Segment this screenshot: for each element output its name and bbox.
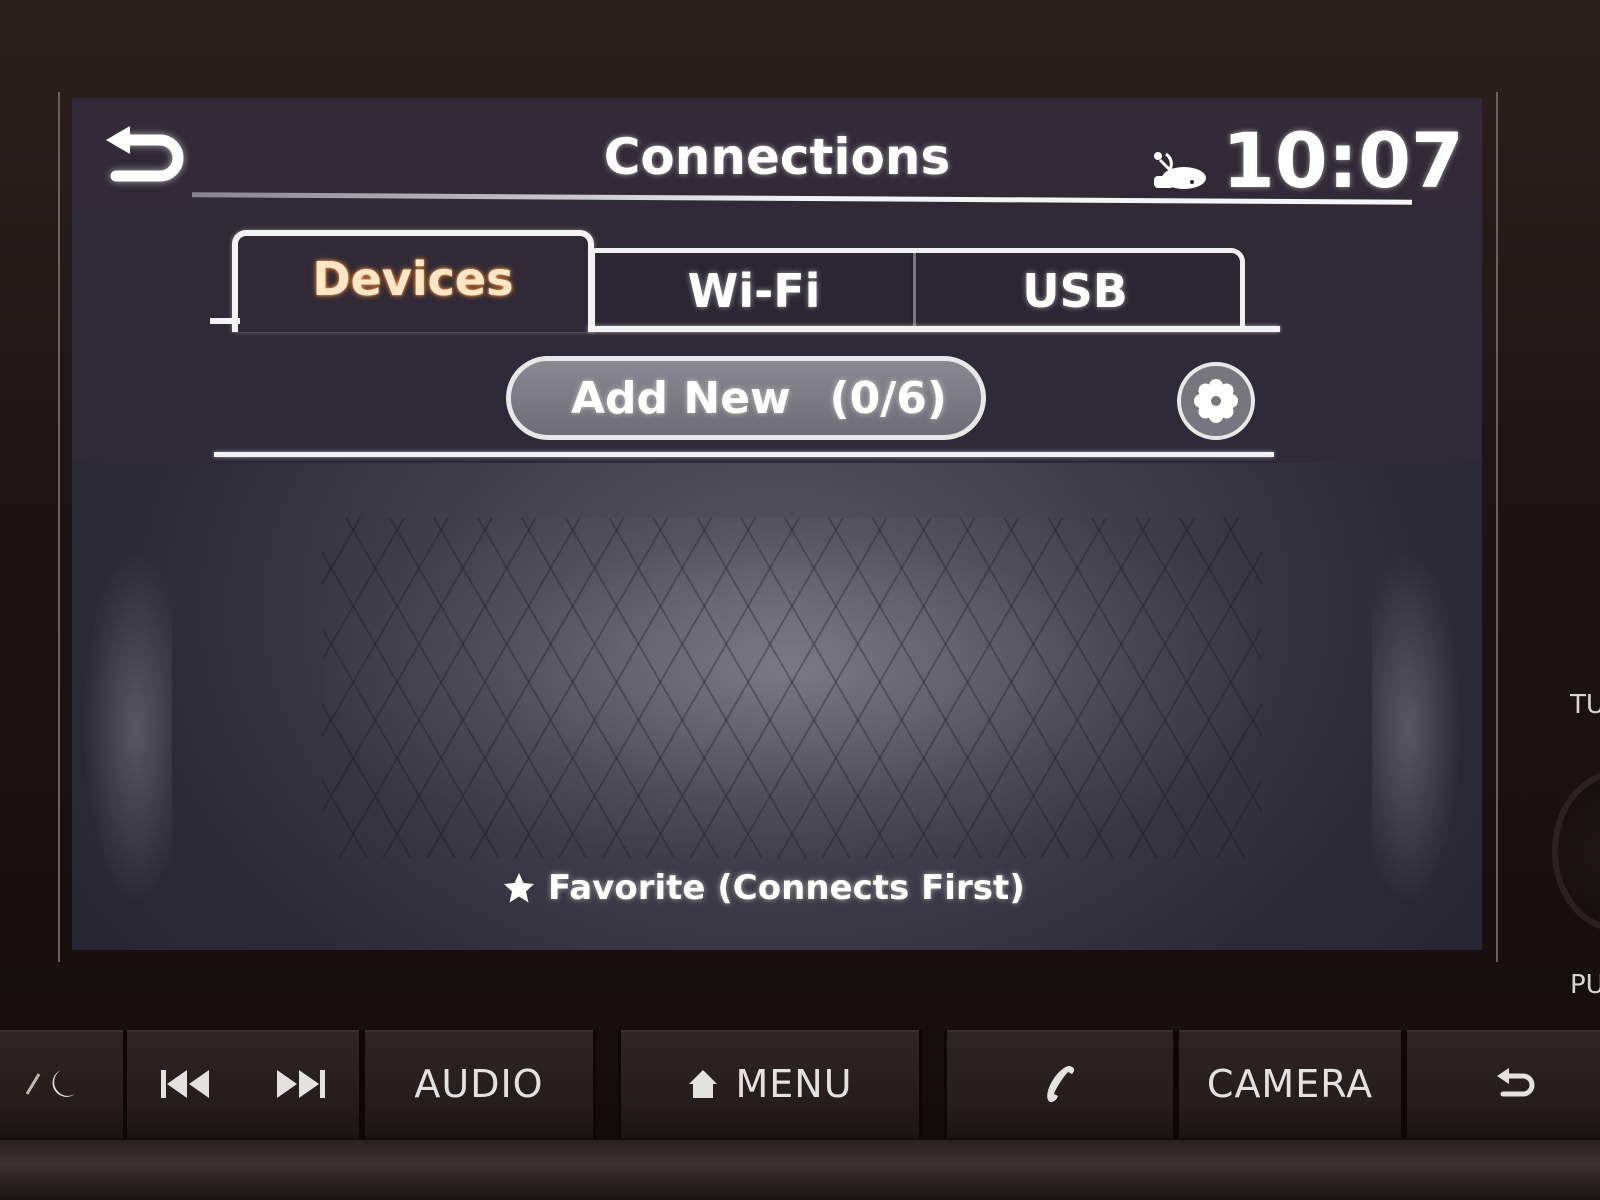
tab-usb-label: USB	[1022, 264, 1128, 318]
dashboard-trim	[0, 1140, 1600, 1200]
hardware-back-button[interactable]	[1404, 1030, 1600, 1138]
gear-icon	[1194, 379, 1238, 423]
tab-bar: Devices Wi-Fi USB	[210, 230, 1280, 340]
seek-buttons[interactable]	[124, 1030, 362, 1138]
tab-baseline	[588, 326, 1280, 332]
tab-wifi[interactable]: Wi-Fi	[590, 248, 916, 329]
tab-wifi-label: Wi-Fi	[687, 264, 821, 318]
knob-label-bottom: PU	[1570, 970, 1600, 1000]
add-new-device-button[interactable]: Add New (0/6)	[506, 356, 986, 440]
camera-button[interactable]: CAMERA	[1176, 1030, 1404, 1138]
home-icon	[689, 1070, 718, 1098]
clock: 10:07	[1222, 116, 1464, 205]
tab-usb[interactable]: USB	[910, 248, 1245, 329]
list-divider	[214, 452, 1274, 457]
settings-button[interactable]	[1177, 362, 1255, 440]
device-count: (0/6)	[829, 372, 947, 424]
day-night-button[interactable]	[0, 1030, 126, 1138]
audio-button-label: AUDIO	[414, 1062, 544, 1106]
infotainment-screen: Connections 10:07 Devices Wi-Fi USB Add …	[72, 98, 1482, 950]
car-sound-status-icon	[1150, 148, 1208, 192]
phone-icon	[1047, 1066, 1075, 1103]
back-arrow-icon	[1497, 1068, 1535, 1097]
tab-devices-label: Devices	[312, 252, 514, 306]
camera-button-label: CAMERA	[1206, 1062, 1374, 1106]
menu-button-label: MENU	[735, 1062, 853, 1106]
seek-next-icon[interactable]	[273, 1066, 327, 1102]
menu-button[interactable]: MENU	[618, 1030, 922, 1138]
phone-button[interactable]	[944, 1030, 1176, 1138]
background-pattern	[322, 518, 1262, 858]
camera-bg-glow-right	[1372, 548, 1462, 908]
star-icon	[504, 873, 534, 903]
knob-label-top: TU	[1570, 690, 1600, 720]
seek-previous-icon[interactable]	[159, 1066, 213, 1102]
favorite-legend: Favorite (Connects First)	[502, 868, 1025, 908]
audio-button[interactable]: AUDIO	[362, 1030, 596, 1138]
day-night-icon	[25, 1070, 75, 1097]
favorite-label: Favorite (Connects First)	[548, 868, 1025, 908]
camera-bg-glow-left	[82, 548, 172, 908]
tab-devices[interactable]: Devices	[232, 230, 594, 332]
hardware-button-row: AUDIO MENU CAMERA	[0, 1030, 1600, 1140]
add-new-label: Add New	[571, 372, 791, 424]
